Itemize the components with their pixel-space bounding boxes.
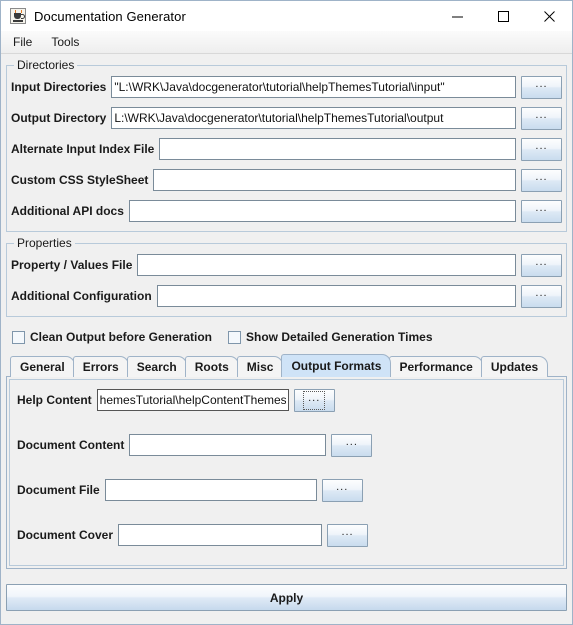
tab-performance[interactable]: Performance: [389, 356, 483, 377]
label-document-cover: Document Cover: [17, 528, 114, 542]
label-output-directory: Output Directory: [11, 111, 107, 125]
tab-label: Errors: [82, 360, 119, 374]
field-row-custom-css-stylesheet: Custom CSS StyleSheet ...: [11, 168, 562, 192]
browse-dots-label: ...: [336, 480, 349, 493]
menu-bar: File Tools: [1, 31, 572, 54]
label-custom-css-stylesheet: Custom CSS StyleSheet: [11, 173, 149, 187]
close-button[interactable]: [526, 1, 572, 31]
custom-css-stylesheet-field[interactable]: [153, 169, 516, 191]
label-property-values-file: Property / Values File: [11, 258, 133, 272]
tab-label: Roots: [194, 360, 229, 374]
field-row-alternate-input-index-file: Alternate Input Index File ...: [11, 137, 562, 161]
menu-item-file[interactable]: File: [8, 33, 40, 51]
browse-dots-label: ...: [535, 255, 548, 268]
browse-document-content-button[interactable]: ...: [331, 433, 373, 457]
field-row-output-directory: Output Directory ...: [11, 106, 562, 130]
browse-custom-css-stylesheet-button[interactable]: ...: [521, 168, 562, 192]
title-bar: Documentation Generator: [1, 1, 572, 31]
browse-dots-label: ...: [535, 139, 548, 152]
tab-label: Misc: [246, 360, 274, 374]
tab-general[interactable]: General: [10, 356, 75, 377]
browse-alternate-input-index-file-button[interactable]: ...: [521, 137, 562, 161]
options-checkbox-row: Clean Output before Generation Show Deta…: [6, 330, 567, 344]
show-detailed-times-checkbox-label[interactable]: Show Detailed Generation Times: [246, 330, 433, 344]
browse-dots-label: ...: [341, 525, 354, 538]
clean-output-checkbox-label[interactable]: Clean Output before Generation: [30, 330, 212, 344]
tabbed-pane: General Errors Search Roots Misc Output …: [6, 354, 567, 569]
show-detailed-times-checkbox[interactable]: [228, 330, 242, 344]
input-directories-field[interactable]: [111, 76, 516, 98]
property-values-file-field[interactable]: [137, 254, 516, 276]
tab-updates[interactable]: Updates: [480, 356, 549, 377]
directories-group: Directories Input Directories ... Output…: [6, 58, 567, 232]
browse-additional-configuration-button[interactable]: ...: [521, 284, 562, 308]
clean-output-checkbox[interactable]: [12, 330, 25, 344]
label-additional-configuration: Additional Configuration: [11, 289, 152, 303]
field-row-help-content: Help Content ...: [13, 388, 560, 412]
tab-roots[interactable]: Roots: [184, 356, 239, 377]
browse-input-directories-button[interactable]: ...: [521, 75, 562, 99]
tab-label: Updates: [490, 360, 539, 374]
tab-panel-output-formats: Help Content ... Document Content ... Do…: [6, 376, 567, 569]
document-content-field[interactable]: [129, 434, 327, 456]
maximize-button[interactable]: [480, 1, 526, 31]
browse-dots-label: ...: [535, 108, 548, 121]
label-document-file: Document File: [17, 483, 100, 497]
browse-property-values-file-button[interactable]: ...: [521, 253, 562, 277]
properties-group-title: Properties: [14, 236, 75, 250]
properties-group: Properties Property / Values File ... Ad…: [6, 236, 567, 317]
window-title: Documentation Generator: [34, 8, 186, 24]
window-controls: [434, 1, 572, 31]
browse-dots-label: ...: [535, 286, 548, 299]
output-directory-field[interactable]: [111, 107, 516, 129]
browse-dots-label: ...: [345, 435, 358, 448]
tab-label: General: [20, 360, 65, 374]
browse-additional-api-docs-button[interactable]: ...: [521, 199, 562, 223]
tab-label: Performance: [399, 360, 473, 374]
browse-dots-label: ...: [535, 77, 548, 90]
additional-configuration-field[interactable]: [156, 285, 516, 307]
browse-dots-label: ...: [535, 170, 548, 183]
label-alternate-input-index-file: Alternate Input Index File: [11, 142, 155, 156]
tab-strip: General Errors Search Roots Misc Output …: [6, 354, 567, 377]
browse-dots-label: ...: [303, 390, 326, 410]
additional-api-docs-field[interactable]: [128, 200, 516, 222]
tab-label: Search: [136, 360, 177, 374]
tab-label: Output Formats: [291, 359, 382, 373]
java-coffee-cup-icon: [10, 8, 26, 24]
document-file-field[interactable]: [104, 479, 317, 501]
tab-errors[interactable]: Errors: [72, 356, 129, 377]
tab-search[interactable]: Search: [126, 356, 187, 377]
browse-output-directory-button[interactable]: ...: [521, 106, 562, 130]
label-input-directories: Input Directories: [11, 80, 107, 94]
main-content: Directories Input Directories ... Output…: [1, 54, 572, 624]
field-row-additional-configuration: Additional Configuration ...: [11, 284, 562, 308]
apply-button[interactable]: Apply: [6, 584, 567, 611]
apply-button-label: Apply: [269, 590, 304, 605]
field-row-input-directories: Input Directories ...: [11, 75, 562, 99]
tab-misc[interactable]: Misc: [236, 356, 284, 377]
alternate-input-index-file-field[interactable]: [159, 138, 516, 160]
browse-help-content-button[interactable]: ...: [293, 388, 335, 412]
field-row-additional-api-docs: Additional API docs ...: [11, 199, 562, 223]
browse-document-file-button[interactable]: ...: [321, 478, 363, 502]
directories-group-title: Directories: [14, 58, 78, 72]
field-row-property-values-file: Property / Values File ...: [11, 253, 562, 277]
tab-output-formats[interactable]: Output Formats: [281, 354, 392, 377]
field-row-document-content: Document Content ...: [13, 433, 560, 457]
field-row-document-cover: Document Cover ...: [13, 523, 560, 547]
label-additional-api-docs: Additional API docs: [11, 204, 124, 218]
application-window: Documentation Generator File Tools Direc…: [0, 0, 573, 625]
label-document-content: Document Content: [17, 438, 125, 452]
browse-dots-label: ...: [535, 201, 548, 214]
footer-bar: Apply: [6, 584, 567, 611]
document-cover-field[interactable]: [118, 524, 323, 546]
minimize-button[interactable]: [434, 1, 480, 31]
label-help-content: Help Content: [17, 393, 92, 407]
help-content-field[interactable]: [96, 389, 289, 411]
menu-item-tools[interactable]: Tools: [46, 33, 87, 51]
field-row-document-file: Document File ...: [13, 478, 560, 502]
browse-document-cover-button[interactable]: ...: [327, 523, 369, 547]
